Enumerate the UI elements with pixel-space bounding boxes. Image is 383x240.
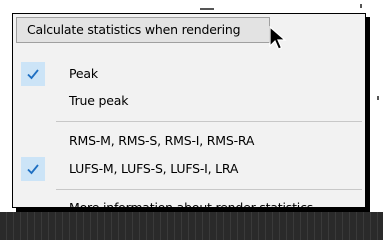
menu-item-label: Peak	[69, 66, 98, 81]
mouse-pointer-icon	[269, 26, 287, 50]
menu-item-label: True peak	[69, 93, 129, 108]
menu-item-label: RMS-M, RMS-S, RMS-I, RMS-RA	[69, 133, 255, 148]
menu-item-peak[interactable]: Peak	[13, 62, 365, 86]
calculate-statistics-menu-item[interactable]: Calculate statistics when rendering	[16, 17, 270, 43]
menu-item-lufs[interactable]: LUFS-M, LUFS-S, LUFS-I, LRA	[13, 157, 365, 181]
menu-separator	[56, 189, 362, 190]
background-tick	[360, 4, 362, 8]
menu-item-label: LUFS-M, LUFS-S, LUFS-I, LRA	[69, 161, 239, 176]
background-tick	[200, 8, 214, 10]
background-window-strip	[0, 212, 383, 240]
checkmark-icon	[21, 62, 45, 86]
menu-item-true-peak[interactable]: True peak	[13, 89, 365, 113]
menu-item-rms[interactable]: RMS-M, RMS-S, RMS-I, RMS-RA	[13, 129, 365, 153]
background-tick	[377, 96, 379, 100]
menu-separator	[56, 121, 362, 122]
menu-item-label: More information about render statistics	[69, 200, 314, 215]
checkmark-icon	[21, 157, 45, 181]
